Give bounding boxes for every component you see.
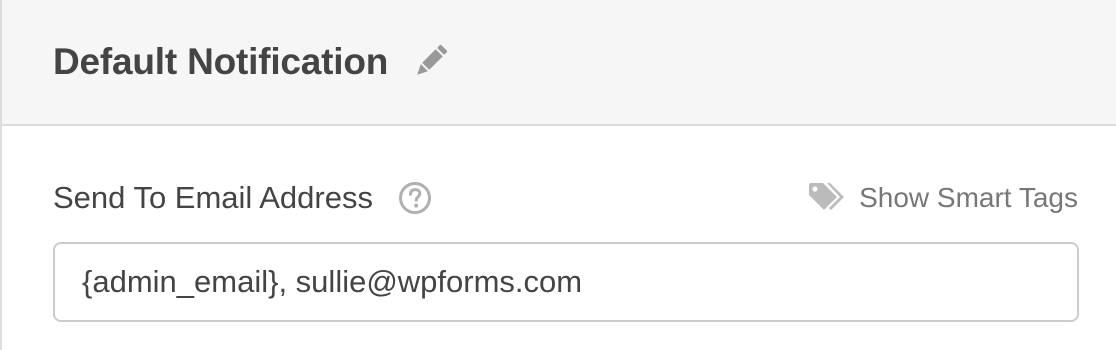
send-to-label-group: Send To Email Address (53, 180, 432, 216)
panel-header: Default Notification (2, 0, 1116, 126)
notification-title: Default Notification (53, 41, 389, 82)
show-smart-tags-link[interactable]: Show Smart Tags (807, 181, 1078, 215)
tags-icon (807, 181, 845, 215)
notification-panel: Default Notification Send To Email Addre… (0, 0, 1116, 350)
panel-body: Send To Email Address Show Smart Tags {a… (2, 178, 1116, 322)
send-to-email-input[interactable] (53, 242, 1079, 322)
pencil-icon[interactable] (412, 44, 448, 80)
send-to-label: Send To Email Address (53, 180, 373, 215)
question-circle-icon[interactable] (398, 181, 432, 215)
send-to-row: Send To Email Address Show Smart Tags (53, 178, 1078, 218)
smart-tags-label: Show Smart Tags (859, 182, 1078, 213)
